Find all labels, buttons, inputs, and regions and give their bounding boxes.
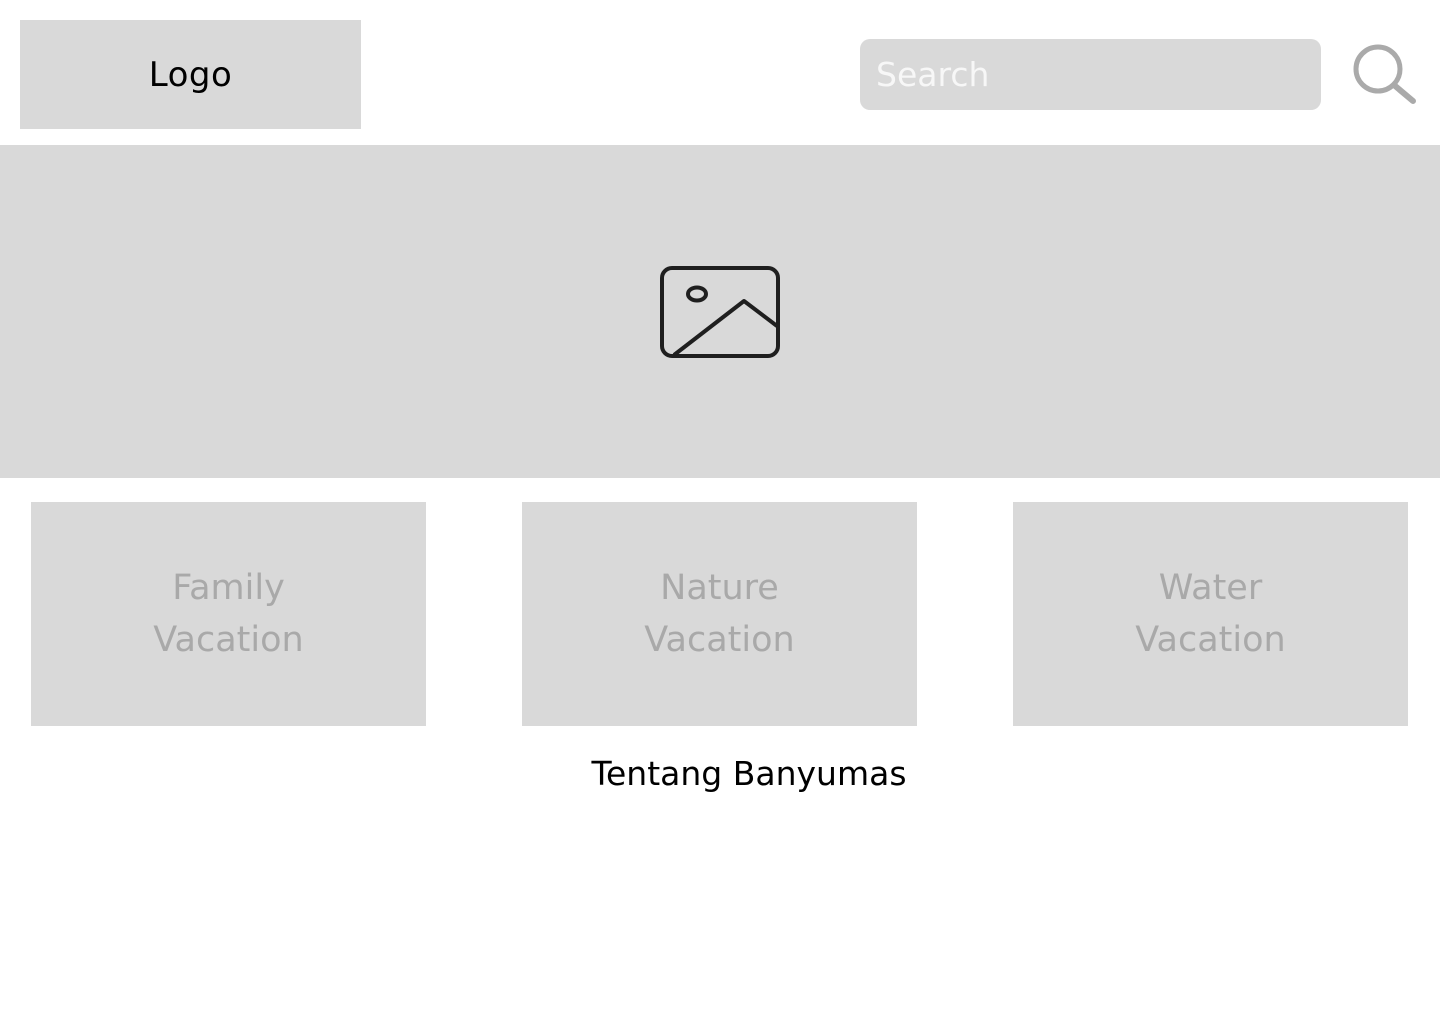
image-placeholder-icon — [660, 266, 780, 358]
category-card-water-vacation[interactable]: Water Vacation — [1013, 502, 1408, 726]
logo[interactable]: Logo — [20, 20, 361, 129]
search-input[interactable] — [860, 39, 1321, 110]
category-card-family-vacation[interactable]: Family Vacation — [31, 502, 426, 726]
search-icon — [1353, 44, 1416, 104]
category-label: Family Vacation — [153, 568, 304, 660]
search-button[interactable] — [1348, 40, 1420, 108]
category-card-nature-vacation[interactable]: Nature Vacation — [522, 502, 917, 726]
about-heading: Tentang Banyumas — [591, 754, 907, 793]
category-label: Water Vacation — [1135, 568, 1286, 660]
category-label: Nature Vacation — [644, 568, 795, 660]
hero-banner — [0, 145, 1440, 478]
